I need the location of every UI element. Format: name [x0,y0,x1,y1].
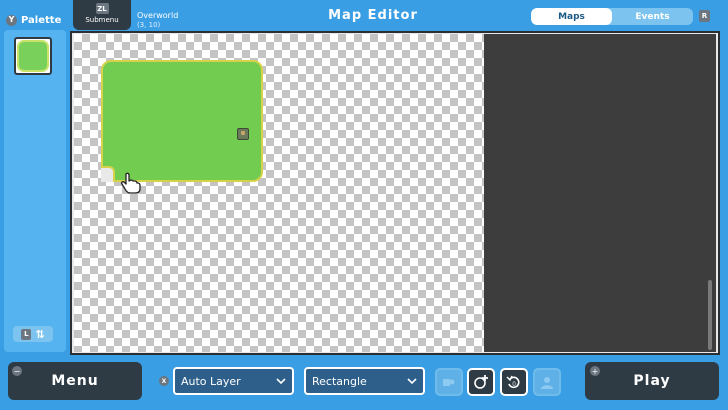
submenu-button[interactable]: ZL Submenu [73,0,131,30]
undo-button[interactable]: 0 [500,368,528,396]
character-button[interactable] [533,368,561,396]
add-tile-icon [474,375,488,389]
grass-tile-icon[interactable] [14,37,52,75]
palette-header[interactable]: Y Palette [6,13,61,27]
swap-icon: ⇅ [35,327,45,341]
layer-select[interactable]: Auto Layer [173,367,294,395]
add-tile-button[interactable] [467,368,495,396]
maps-events-toggle: Maps Events [531,8,693,25]
tab-events[interactable]: Events [612,8,693,25]
play-button[interactable]: Play [585,362,719,400]
page-title: Map Editor [328,8,418,23]
palette-panel [4,30,66,352]
grass-region [101,60,263,182]
hand-pointer-icon [120,172,141,194]
map-coordinates: (3, 10) [137,21,161,29]
menu-label: Menu [51,373,99,389]
grass-region-notch [101,166,115,182]
submenu-label: Submenu [85,16,119,24]
minus-button-icon: − [12,366,22,376]
layer-toggle-button[interactable]: L ⇅ [13,326,53,342]
r-button-icon: R [699,10,710,22]
tab-maps[interactable]: Maps [531,8,612,25]
person-icon [541,377,553,389]
menu-button[interactable]: Menu [8,362,142,400]
event-marker-icon[interactable] [237,128,249,140]
y-button-icon: Y [6,14,17,26]
undo-icon: 0 [506,375,520,389]
fill-bucket-icon [443,379,455,386]
plus-button-icon: + [590,366,600,376]
x-button-icon: X [159,376,169,386]
play-label: Play [633,373,671,389]
out-of-bounds-area [484,34,716,352]
map-name: Overworld [137,11,179,20]
chevron-down-icon [276,378,286,384]
zl-button-icon: ZL [95,3,109,14]
shape-select-value: Rectangle [312,374,367,388]
layer-select-value: Auto Layer [181,374,241,388]
shape-select[interactable]: Rectangle [304,367,425,395]
vertical-scrollbar[interactable] [708,280,712,350]
palette-label: Palette [21,14,62,26]
l-button-icon: L [21,328,32,340]
chevron-down-icon [407,378,417,384]
grass-tile-swatch [17,40,49,72]
fill-tool-button[interactable] [435,368,463,396]
